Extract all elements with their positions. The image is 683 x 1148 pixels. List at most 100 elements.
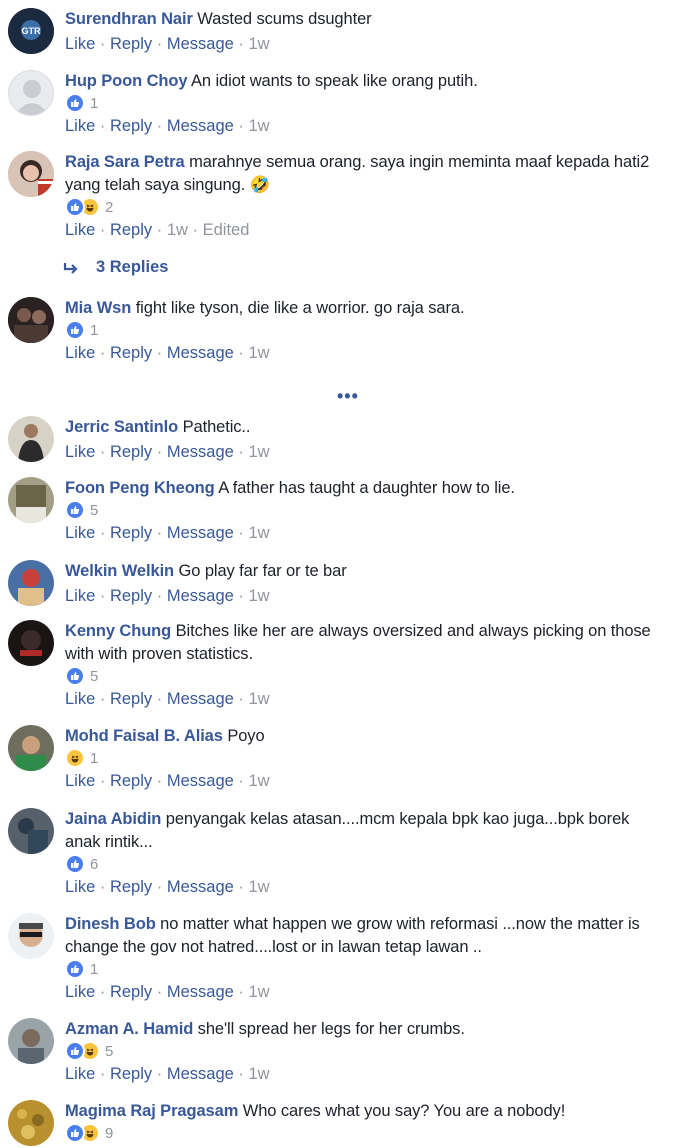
commenter-name[interactable]: Kenny Chung <box>65 622 171 640</box>
like-link[interactable]: Like <box>65 1065 95 1083</box>
like-link[interactable]: Like <box>65 221 95 239</box>
avatar[interactable] <box>8 560 54 606</box>
commenter-name[interactable]: Jaina Abidin <box>65 810 161 828</box>
timestamp[interactable]: 1w <box>248 587 269 605</box>
separator: · <box>156 117 163 135</box>
message-link[interactable]: Message <box>167 983 234 1001</box>
commenter-name[interactable]: Welkin Welkin <box>65 562 174 580</box>
reply-link[interactable]: Reply <box>110 587 152 605</box>
avatar[interactable] <box>8 477 54 523</box>
message-link[interactable]: Message <box>167 344 234 362</box>
like-link[interactable]: Like <box>65 524 95 542</box>
like-link[interactable]: Like <box>65 878 95 896</box>
avatar-image <box>8 297 54 343</box>
commenter-name[interactable]: Hup Poon Choy <box>65 72 188 90</box>
timestamp[interactable]: 1w <box>248 524 269 542</box>
message-link[interactable]: Message <box>167 690 234 708</box>
view-replies-link[interactable]: 3 Replies <box>62 258 168 277</box>
reply-link[interactable]: Reply <box>110 878 152 896</box>
avatar[interactable] <box>8 151 54 197</box>
reactions[interactable]: 6 <box>65 854 653 874</box>
commenter-name[interactable]: Foon Peng Kheong <box>65 479 215 497</box>
timestamp[interactable]: 1w <box>248 983 269 1001</box>
comment-text: Go play far far or te bar <box>178 562 347 580</box>
edited-label[interactable]: Edited <box>203 221 250 239</box>
avatar[interactable] <box>8 1018 54 1064</box>
reply-link[interactable]: Reply <box>110 1065 152 1083</box>
like-link[interactable]: Like <box>65 344 95 362</box>
timestamp[interactable]: 1w <box>248 772 269 790</box>
more-comments-ellipsis-icon[interactable]: ••• <box>337 386 359 407</box>
avatar[interactable] <box>8 620 54 666</box>
reaction-count: 5 <box>105 1042 114 1060</box>
avatar-image: GTR <box>8 8 54 54</box>
like-link[interactable]: Like <box>65 772 95 790</box>
reply-link[interactable]: Reply <box>110 344 152 362</box>
timestamp[interactable]: 1w <box>248 690 269 708</box>
like-link[interactable]: Like <box>65 443 95 461</box>
like-link[interactable]: Like <box>65 983 95 1001</box>
reaction-count: 5 <box>90 667 99 685</box>
separator: · <box>156 983 163 1001</box>
avatar-image <box>8 1100 54 1146</box>
commenter-name[interactable]: Mohd Faisal B. Alias <box>65 727 223 745</box>
message-link[interactable]: Message <box>167 772 234 790</box>
timestamp[interactable]: 1w <box>167 221 188 239</box>
avatar[interactable] <box>8 808 54 854</box>
commenter-name[interactable]: Surendhran Nair <box>65 10 193 28</box>
like-link[interactable]: Like <box>65 35 95 53</box>
message-link[interactable]: Message <box>167 1065 234 1083</box>
separator: · <box>238 772 244 790</box>
commenter-name[interactable]: Raja Sara Petra <box>65 153 185 171</box>
message-link[interactable]: Message <box>167 35 234 53</box>
timestamp[interactable]: 1w <box>248 35 269 53</box>
avatar[interactable]: GTR <box>8 8 54 54</box>
commenter-name[interactable]: Dinesh Bob <box>65 915 156 933</box>
reply-link[interactable]: Reply <box>110 443 152 461</box>
reactions[interactable]: 1 <box>65 320 653 340</box>
reactions[interactable]: 5 <box>65 1041 653 1061</box>
reply-link[interactable]: Reply <box>110 772 152 790</box>
reply-link[interactable]: Reply <box>110 221 152 239</box>
avatar[interactable] <box>8 297 54 343</box>
comment-actions: Like · Reply · Message · 1w <box>65 876 653 899</box>
avatar[interactable] <box>8 416 54 462</box>
separator: · <box>99 1065 106 1083</box>
reactions[interactable]: 5 <box>65 500 653 520</box>
avatar[interactable] <box>8 70 54 116</box>
timestamp[interactable]: 1w <box>248 344 269 362</box>
reactions[interactable]: 1 <box>65 959 653 979</box>
reply-link[interactable]: Reply <box>110 524 152 542</box>
commenter-name[interactable]: Magima Raj Pragasam <box>65 1102 238 1120</box>
reactions[interactable]: 9 <box>65 1123 653 1143</box>
reactions[interactable]: 5 <box>65 666 653 686</box>
reactions[interactable]: 2 <box>65 197 653 217</box>
avatar[interactable] <box>8 913 54 959</box>
commenter-name[interactable]: Mia Wsn <box>65 299 131 317</box>
avatar[interactable] <box>8 725 54 771</box>
message-link[interactable]: Message <box>167 524 234 542</box>
like-link[interactable]: Like <box>65 690 95 708</box>
message-link[interactable]: Message <box>167 443 234 461</box>
like-link[interactable]: Like <box>65 587 95 605</box>
timestamp[interactable]: 1w <box>248 117 269 135</box>
commenter-name[interactable]: Azman A. Hamid <box>65 1020 193 1038</box>
separator: · <box>99 878 106 896</box>
comment-text: she'll spread her legs for her crumbs. <box>197 1020 465 1038</box>
message-link[interactable]: Message <box>167 878 234 896</box>
like-link[interactable]: Like <box>65 117 95 135</box>
avatar[interactable] <box>8 1100 54 1146</box>
reactions[interactable]: 1 <box>65 748 653 768</box>
message-link[interactable]: Message <box>167 587 234 605</box>
reply-link[interactable]: Reply <box>110 35 152 53</box>
timestamp[interactable]: 1w <box>248 878 269 896</box>
commenter-name[interactable]: Jerric Santinlo <box>65 418 178 436</box>
comment-actions: Like · Reply · Message · 1w <box>65 770 653 793</box>
reply-link[interactable]: Reply <box>110 690 152 708</box>
reply-link[interactable]: Reply <box>110 117 152 135</box>
message-link[interactable]: Message <box>167 117 234 135</box>
reply-link[interactable]: Reply <box>110 983 152 1001</box>
timestamp[interactable]: 1w <box>248 443 269 461</box>
timestamp[interactable]: 1w <box>248 1065 269 1083</box>
reactions[interactable]: 1 <box>65 93 653 113</box>
